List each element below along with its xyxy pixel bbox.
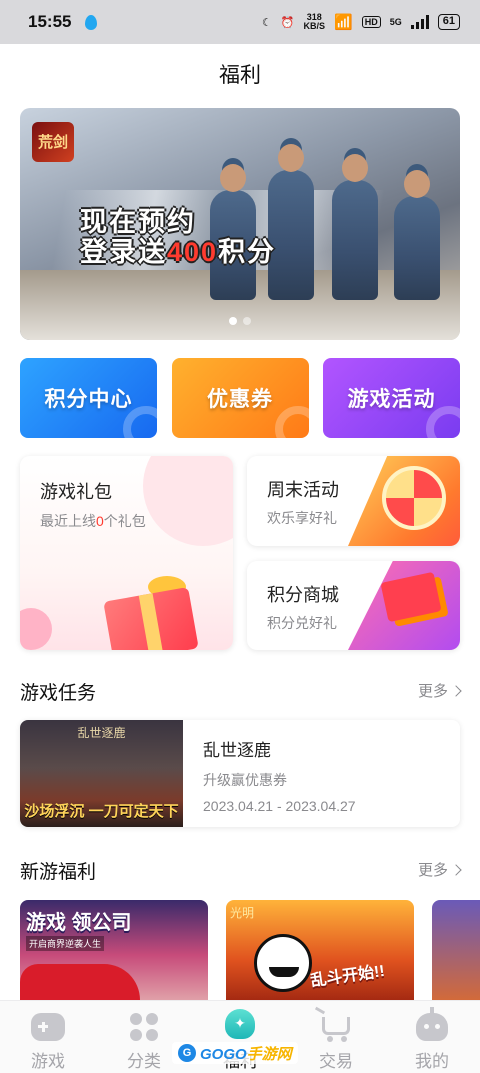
new-game-card[interactable]: 游戏 领公司 开启商界逆袭人生	[20, 900, 208, 1000]
network-type: 5G	[389, 17, 402, 27]
gift-bag-icon	[225, 1009, 255, 1039]
notification-drop-icon	[85, 14, 98, 30]
decoration	[20, 608, 52, 650]
card-title: 积分商城	[267, 585, 339, 605]
gift-box-icon	[103, 587, 199, 650]
tab-label: 我的	[415, 1052, 449, 1071]
banner-points-highlight: 400	[167, 237, 219, 267]
tab-label: 游戏	[31, 1052, 65, 1071]
thumbnail-slogan: 沙场浮沉 一刀可定天下	[24, 803, 179, 820]
more-label: 更多	[417, 862, 448, 879]
carousel-dot[interactable]	[243, 317, 251, 325]
tab-mine[interactable]: 我的	[384, 1001, 480, 1073]
gamepad-icon	[31, 1013, 65, 1041]
task-description: 升级赢优惠券	[203, 772, 287, 788]
car-illustration	[20, 964, 140, 1000]
chevron-right-icon	[450, 863, 462, 876]
card-subtitle-prefix: 最近上线	[40, 513, 96, 529]
tile-label: 积分中心	[44, 388, 133, 411]
alarm-icon: ⏰	[280, 16, 295, 29]
battery-indicator: 61	[437, 14, 460, 30]
points-center-tile[interactable]: 积分中心	[20, 358, 157, 438]
task-date-range: 2023.04.21 - 2023.04.27	[203, 798, 356, 814]
signal-icon	[410, 15, 429, 29]
banner-soldier	[394, 170, 440, 300]
site-watermark: G GOGO手游网	[172, 1042, 298, 1064]
quick-entry-tiles: 积分中心 优惠券 游戏活动	[20, 358, 460, 438]
watermark-text: GOGO手游网	[200, 1043, 292, 1064]
tab-label: 交易	[319, 1052, 353, 1071]
new-game-logo: 光明	[230, 906, 255, 920]
hd-badge: HD	[361, 16, 381, 28]
tasks-more-link[interactable]: 更多	[417, 680, 462, 701]
wifi-icon: 📶	[334, 14, 353, 31]
card-subtitle-suffix: 个礼包	[103, 513, 146, 529]
tab-games[interactable]: 游戏	[0, 1001, 96, 1073]
new-games-more-link[interactable]: 更多	[417, 859, 462, 880]
new-game-card[interactable]: 光明 乱斗开始!!	[226, 900, 414, 1000]
moon-icon: ☾	[261, 16, 272, 29]
network-speed-unit: KB/S	[303, 21, 326, 31]
banner-subheadline: 登录送400积分	[80, 230, 276, 269]
meme-face-illustration	[254, 934, 312, 992]
card-subtitle: 欢乐享好礼	[267, 510, 337, 526]
status-time: 15:55	[28, 12, 72, 31]
promo-banner[interactable]: 荒剑 现在预约 登录送400积分	[20, 108, 460, 340]
weekend-activity-card[interactable]: 周末活动 欢乐享好礼	[247, 456, 460, 546]
page-title: 福利	[0, 44, 480, 108]
status-icons: ☾ ⏰ 318 KB/S 📶 HD 5G 61	[262, 13, 460, 31]
category-grid-icon	[127, 1013, 161, 1041]
card-title: 周末活动	[267, 480, 339, 500]
tile-decoration	[274, 406, 309, 438]
new-game-card[interactable]	[432, 900, 480, 1000]
task-game-name: 乱世逐鹿	[203, 741, 271, 760]
game-events-tile[interactable]: 游戏活动	[323, 358, 460, 438]
chevron-right-icon	[450, 684, 462, 697]
new-game-headline: 游戏 领公司	[26, 912, 132, 934]
banner-text-suffix: 积分	[218, 237, 277, 267]
decoration	[143, 456, 233, 546]
thumbnail-title: 乱世逐鹿	[77, 726, 126, 740]
profile-robot-icon	[416, 1007, 448, 1041]
points-mall-card[interactable]: 积分商城 积分兑好礼	[247, 561, 460, 650]
watermark-logo-icon: G	[178, 1044, 196, 1062]
watermark-text-a: GOGO	[200, 1045, 247, 1063]
gift-count: 0	[96, 513, 104, 529]
watermark-text-b: 手游网	[246, 1045, 292, 1063]
tile-label: 游戏活动	[347, 388, 436, 411]
section-title-new-games: 新游福利	[20, 862, 97, 883]
coupon-tile[interactable]: 优惠券	[171, 358, 309, 438]
card-subtitle: 最近上线0个礼包	[40, 511, 146, 531]
carousel-dots[interactable]	[20, 312, 460, 330]
carousel-dot[interactable]	[229, 317, 237, 325]
task-thumbnail: 乱世逐鹿 沙场浮沉 一刀可定天下	[20, 720, 183, 827]
banner-text-prefix: 登录送	[80, 237, 167, 267]
banner-soldier	[332, 154, 378, 300]
gift-pack-card[interactable]: 游戏礼包 最近上线0个礼包	[20, 456, 233, 650]
card-title: 游戏礼包	[40, 482, 112, 502]
game-logo: 荒剑	[32, 122, 74, 162]
network-speed: 318 KB/S	[304, 13, 326, 31]
task-card[interactable]: 乱世逐鹿 沙场浮沉 一刀可定天下 乱世逐鹿 升级赢优惠券 2023.04.21 …	[20, 720, 460, 827]
tile-label: 优惠券	[207, 388, 273, 411]
new-game-slogan: 乱斗开始!!	[309, 962, 386, 991]
status-bar: 15:55 ☾ ⏰ 318 KB/S 📶 HD 5G 61	[0, 0, 480, 44]
cart-icon	[322, 1017, 350, 1042]
new-game-caption: 开启商界逆袭人生	[26, 936, 105, 951]
card-subtitle: 积分兑好礼	[267, 615, 337, 631]
tab-trade[interactable]: 交易	[288, 1001, 384, 1073]
welfare-content[interactable]: 荒剑 现在预约 登录送400积分 积分中心 优惠券 游戏活动 游戏礼包 最近上线…	[0, 108, 480, 1000]
prize-wheel-icon	[382, 466, 446, 530]
more-label: 更多	[417, 683, 448, 700]
section-title-tasks: 游戏任务	[20, 683, 97, 704]
